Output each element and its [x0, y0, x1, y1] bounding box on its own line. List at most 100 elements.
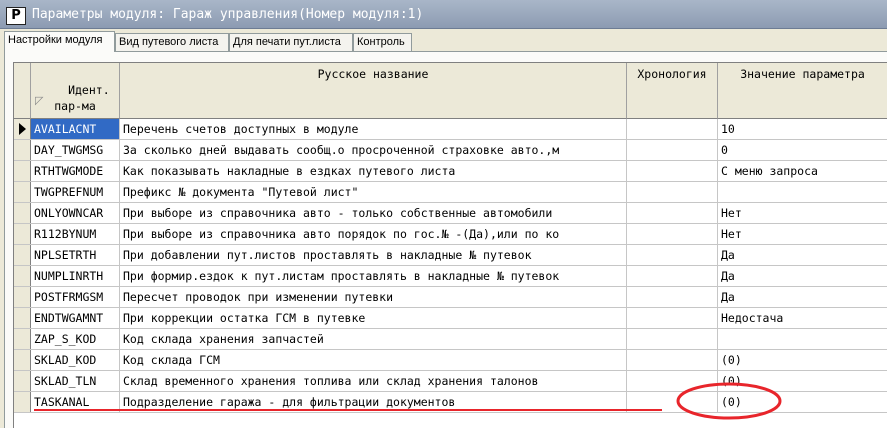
cell-param-id[interactable]: R112BYNUM: [31, 224, 120, 244]
cell-param-name[interactable]: Перечень счетов доступных в модуле: [120, 119, 627, 139]
table-row[interactable]: TASKANAL Подразделение гаража - для фильт…: [14, 392, 887, 413]
cell-param-value[interactable]: [718, 329, 887, 349]
tab-control[interactable]: Контроль: [353, 33, 412, 51]
cell-history[interactable]: [627, 392, 718, 412]
row-indicator[interactable]: [14, 203, 31, 223]
cell-param-id[interactable]: ENDTWGAMNT: [31, 308, 120, 328]
cell-param-value[interactable]: Нет: [718, 203, 887, 223]
cell-param-id[interactable]: ONLYOWNCAR: [31, 203, 120, 223]
row-indicator[interactable]: [14, 119, 31, 139]
cell-param-id[interactable]: SKLAD_TLN: [31, 371, 120, 391]
table-row[interactable]: AVAILACNT Перечень счетов доступных в мод…: [14, 119, 887, 140]
table-row[interactable]: ENDTWGAMNT При коррекции остатка ГСМ в пу…: [14, 308, 887, 329]
cell-history[interactable]: [627, 287, 718, 307]
cell-param-name[interactable]: При коррекции остатка ГСМ в путевке: [120, 308, 627, 328]
cell-param-name[interactable]: Префикс № документа "Путевой лист": [120, 182, 627, 202]
cell-history[interactable]: [627, 119, 718, 139]
cell-param-name[interactable]: При выборе из справочника авто - только …: [120, 203, 627, 223]
cell-history[interactable]: [627, 245, 718, 265]
row-indicator[interactable]: [14, 161, 31, 181]
column-header-id-label: Идент. пар-ма: [54, 83, 110, 113]
row-indicator[interactable]: [14, 266, 31, 286]
column-header-name[interactable]: Русское название: [120, 63, 627, 119]
row-indicator[interactable]: [14, 371, 31, 391]
cell-param-value[interactable]: [718, 182, 887, 202]
cell-param-value[interactable]: Да: [718, 266, 887, 286]
cell-param-name[interactable]: Склад временного хранения топлива или ск…: [120, 371, 627, 391]
table-row[interactable]: ONLYOWNCAR При выборе из справочника авто…: [14, 203, 887, 224]
cell-param-name[interactable]: При добавлении пут.листов проставлять в …: [120, 245, 627, 265]
cell-history[interactable]: [627, 161, 718, 181]
row-indicator[interactable]: [14, 245, 31, 265]
window-title-bar[interactable]: P Параметры модуля: Гараж управления(Ном…: [0, 0, 887, 29]
row-indicator[interactable]: [14, 308, 31, 328]
cell-param-value[interactable]: Нет: [718, 224, 887, 244]
sort-icon: ◸: [35, 94, 44, 107]
cell-param-value[interactable]: Да: [718, 245, 887, 265]
cell-param-value[interactable]: 0: [718, 140, 887, 160]
table-row[interactable]: SKLAD_TLN Склад временного хранения топли…: [14, 371, 887, 392]
cell-param-id[interactable]: TWGPREFNUM: [31, 182, 120, 202]
row-indicator[interactable]: [14, 287, 31, 307]
cell-history[interactable]: [627, 203, 718, 223]
table-row[interactable]: R112BYNUM При выборе из справочника авто …: [14, 224, 887, 245]
column-header-history[interactable]: Хронология: [627, 63, 718, 119]
cell-param-value[interactable]: (0): [718, 371, 887, 391]
cell-param-name[interactable]: Код склада хранения запчастей: [120, 329, 627, 349]
cell-param-id[interactable]: POSTFRMGSM: [31, 287, 120, 307]
row-indicator[interactable]: [14, 329, 31, 349]
tab-waybill-view[interactable]: Вид путевого листа: [115, 33, 229, 51]
cell-param-value[interactable]: (0): [718, 350, 887, 370]
cell-param-id[interactable]: AVAILACNT: [31, 119, 120, 139]
table-row[interactable]: SKLAD_KOD Код склада ГСМ (0): [14, 350, 887, 371]
cell-history[interactable]: [627, 266, 718, 286]
table-row[interactable]: ZAP_S_KOD Код склада хранения запчастей: [14, 329, 887, 350]
cell-history[interactable]: [627, 224, 718, 244]
table-row[interactable]: POSTFRMGSM Пересчет проводок при изменени…: [14, 287, 887, 308]
cell-param-value[interactable]: 10: [718, 119, 887, 139]
column-header-value[interactable]: Значение параметра: [718, 63, 887, 119]
cell-param-id[interactable]: NPLSETRTH: [31, 245, 120, 265]
row-indicator[interactable]: [14, 140, 31, 160]
cell-param-name[interactable]: Как показывать накладные в ездках путево…: [120, 161, 627, 181]
row-indicator[interactable]: [14, 182, 31, 202]
app-icon: P: [6, 7, 26, 25]
cell-param-id[interactable]: ZAP_S_KOD: [31, 329, 120, 349]
table-row[interactable]: DAY_TWGMSG За сколько дней выдавать сообщ…: [14, 140, 887, 161]
cell-history[interactable]: [627, 329, 718, 349]
row-indicator[interactable]: [14, 392, 31, 412]
cell-history[interactable]: [627, 182, 718, 202]
parameters-grid[interactable]: Идент. пар-ма ◸ Русское название Хроноло…: [13, 62, 887, 428]
tab-module-settings[interactable]: Настройки модуля: [4, 31, 115, 52]
table-row[interactable]: NPLSETRTH При добавлении пут.листов прост…: [14, 245, 887, 266]
cell-param-name[interactable]: Подразделение гаража - для фильтрации до…: [120, 392, 627, 412]
cell-param-id[interactable]: TASKANAL: [31, 392, 120, 412]
current-row-pointer-icon: [19, 123, 26, 135]
table-row[interactable]: NUMPLINRTH При формир.ездок к пут.листам …: [14, 266, 887, 287]
cell-param-value[interactable]: (0): [718, 392, 887, 412]
row-indicator[interactable]: [14, 224, 31, 244]
cell-param-name[interactable]: При формир.ездок к пут.листам проставлят…: [120, 266, 627, 286]
tab-waybill-print[interactable]: Для печати пут.листа: [229, 33, 353, 51]
cell-param-name[interactable]: При выборе из справочника авто порядок п…: [120, 224, 627, 244]
cell-param-name[interactable]: Пересчет проводок при изменении путевки: [120, 287, 627, 307]
tab-strip: Настройки модуля Вид путевого листа Для …: [0, 30, 887, 52]
cell-param-id[interactable]: RTHTWGMODE: [31, 161, 120, 181]
cell-param-value[interactable]: Недостача: [718, 308, 887, 328]
cell-history[interactable]: [627, 371, 718, 391]
cell-param-id[interactable]: DAY_TWGMSG: [31, 140, 120, 160]
cell-param-name[interactable]: За сколько дней выдавать сообщ.о просроч…: [120, 140, 627, 160]
window-title: Параметры модуля: Гараж управления(Номер…: [32, 7, 424, 22]
cell-history[interactable]: [627, 140, 718, 160]
column-header-id[interactable]: Идент. пар-ма ◸: [31, 63, 120, 119]
table-row[interactable]: RTHTWGMODE Как показывать накладные в езд…: [14, 161, 887, 182]
cell-param-name[interactable]: Код склада ГСМ: [120, 350, 627, 370]
row-indicator[interactable]: [14, 350, 31, 370]
cell-param-id[interactable]: NUMPLINRTH: [31, 266, 120, 286]
cell-param-value[interactable]: Да: [718, 287, 887, 307]
cell-param-id[interactable]: SKLAD_KOD: [31, 350, 120, 370]
cell-param-value[interactable]: С меню запроса: [718, 161, 887, 181]
cell-history[interactable]: [627, 350, 718, 370]
table-row[interactable]: TWGPREFNUM Префикс № документа "Путевой л…: [14, 182, 887, 203]
cell-history[interactable]: [627, 308, 718, 328]
